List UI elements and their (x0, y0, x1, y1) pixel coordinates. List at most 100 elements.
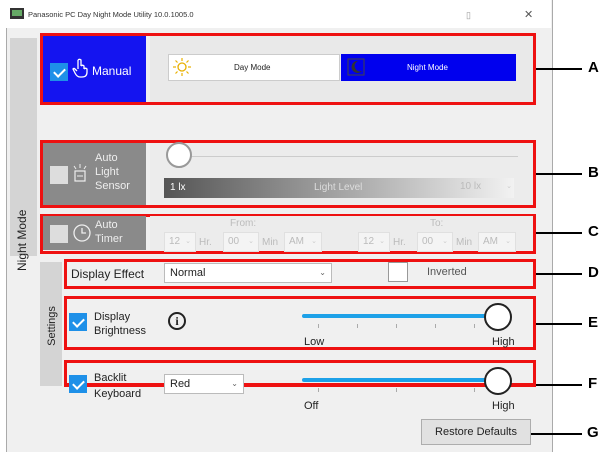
brightness-tick (318, 324, 319, 328)
light-threshold-value: 10 lx (460, 181, 482, 192)
manual-checkbox[interactable] (50, 63, 68, 81)
pointer-a (536, 68, 582, 70)
chevron-down-icon: ⌄ (505, 238, 511, 245)
restore-defaults-button[interactable]: Restore Defaults (421, 419, 531, 445)
keyboard-tick (396, 388, 397, 392)
checkmark-icon (72, 315, 85, 328)
to-ampm-select[interactable]: AM ⌄ (478, 232, 516, 252)
backlit-keyboard-label-2: Keyboard (94, 388, 142, 400)
backlit-keyboard-label-1: Backlit (94, 372, 127, 384)
pointer-b (536, 173, 582, 175)
day-mode-label: Day Mode (234, 63, 271, 72)
inverted-checkbox[interactable] (388, 262, 408, 282)
brightness-high-label: High (492, 336, 515, 348)
keyboard-tick (318, 388, 319, 392)
chevron-down-icon: ⌄ (248, 238, 254, 245)
from-minute-select[interactable]: 00 ⌄ (223, 232, 259, 252)
annotation-c: C (588, 223, 599, 240)
night-mode-label: Night Mode (15, 209, 29, 271)
keyboard-off-label: Off (304, 400, 319, 412)
chevron-down-icon: ⌄ (231, 379, 238, 388)
to-hour-select[interactable]: 12 ⌄ (358, 232, 390, 252)
chevron-down-icon: ⌄ (319, 268, 326, 277)
backlit-keyboard-container (64, 360, 536, 387)
light-sensor-slider-thumb[interactable] (166, 142, 192, 168)
restore-defaults-label: Restore Defaults (435, 426, 517, 438)
auto-timer-checkbox[interactable] (50, 225, 68, 243)
hand-pointer-icon (72, 58, 88, 78)
app-icon (10, 8, 24, 19)
from-ampm-value: AM (289, 236, 304, 247)
info-glyph: i (175, 314, 179, 328)
moon-icon (347, 58, 365, 76)
light-threshold-select[interactable]: 10 lx ⌄ (456, 178, 516, 198)
display-effect-select[interactable]: Normal ⌄ (164, 263, 332, 283)
inverted-label: Inverted (427, 266, 467, 278)
display-brightness-checkbox[interactable] (69, 313, 87, 331)
auto-timer-label-1: Auto (95, 219, 118, 231)
timer-to-label: To: (430, 218, 444, 229)
to-minute-value: 00 (422, 236, 434, 247)
from-hour-select[interactable]: 12 ⌄ (164, 232, 196, 252)
backlit-color-select[interactable]: Red ⌄ (164, 374, 244, 394)
manual-label: Manual (92, 64, 132, 78)
annotation-g: G (587, 424, 599, 441)
brightness-tick (396, 324, 397, 328)
pointer-e (536, 323, 582, 325)
brightness-tick (474, 324, 475, 328)
auto-timer-label-2: Timer (95, 233, 123, 245)
keyboard-tick (474, 388, 475, 392)
annotation-f: F (588, 375, 598, 392)
backlit-keyboard-track[interactable] (302, 378, 498, 382)
sun-icon (173, 58, 191, 76)
from-hr-label: Hr. (199, 237, 212, 248)
chevron-down-icon: ⌄ (506, 183, 512, 190)
light-level-label: Light Level (314, 182, 363, 193)
annotation-d: D (588, 264, 599, 281)
keyboard-high-label: High (492, 400, 515, 412)
timer-from-label: From: (230, 218, 257, 229)
backlit-keyboard-thumb[interactable] (484, 367, 512, 395)
auto-light-sensor-label-3: Sensor (95, 180, 130, 192)
pointer-f (536, 384, 582, 386)
backlit-keyboard-checkbox[interactable] (69, 375, 87, 393)
annotation-b: B (588, 164, 599, 181)
display-brightness-section (64, 296, 536, 350)
brightness-low-label: Low (304, 336, 325, 348)
to-ampm-value: AM (483, 236, 498, 247)
from-ampm-select[interactable]: AM ⌄ (284, 232, 322, 252)
display-brightness-label-1: Display (94, 311, 131, 323)
close-icon[interactable]: ✕ (524, 8, 533, 21)
light-min-label: 1 lx (170, 182, 186, 193)
info-icon[interactable]: i (168, 312, 186, 330)
night-mode-label-btn: Night Mode (407, 63, 448, 72)
from-minute-value: 00 (228, 236, 240, 247)
pointer-g (531, 433, 582, 435)
to-hr-label: Hr. (393, 237, 406, 248)
auto-light-sensor-label-2: Light (95, 166, 119, 178)
from-min-label: Min (262, 237, 279, 248)
restore-icon[interactable]: ▯ (466, 10, 471, 21)
checkmark-icon (72, 377, 85, 390)
window-title: Panasonic PC Day Night Mode Utility 10.0… (28, 10, 194, 19)
annotation-a: A (588, 59, 599, 76)
display-effect-value: Normal (170, 267, 206, 279)
chevron-down-icon: ⌄ (185, 238, 191, 245)
display-effect-label: Display Effect (71, 267, 145, 281)
auto-light-sensor-checkbox[interactable] (50, 166, 68, 184)
backlit-color-value: Red (170, 378, 191, 390)
brightness-tick (435, 324, 436, 328)
light-sensor-slider-track[interactable] (178, 156, 518, 157)
to-hour-value: 12 (363, 236, 375, 247)
checkmark-icon (53, 65, 66, 78)
display-brightness-label-2: Brightness (94, 325, 146, 337)
to-minute-select[interactable]: 00 ⌄ (417, 232, 453, 252)
chevron-down-icon: ⌄ (442, 238, 448, 245)
display-brightness-track[interactable] (302, 314, 498, 318)
light-sensor-icon (73, 164, 87, 182)
display-brightness-thumb[interactable] (484, 303, 512, 331)
brightness-tick (357, 324, 358, 328)
to-min-label: Min (456, 237, 473, 248)
settings-label: Settings (46, 306, 58, 346)
from-hour-value: 12 (169, 236, 181, 247)
